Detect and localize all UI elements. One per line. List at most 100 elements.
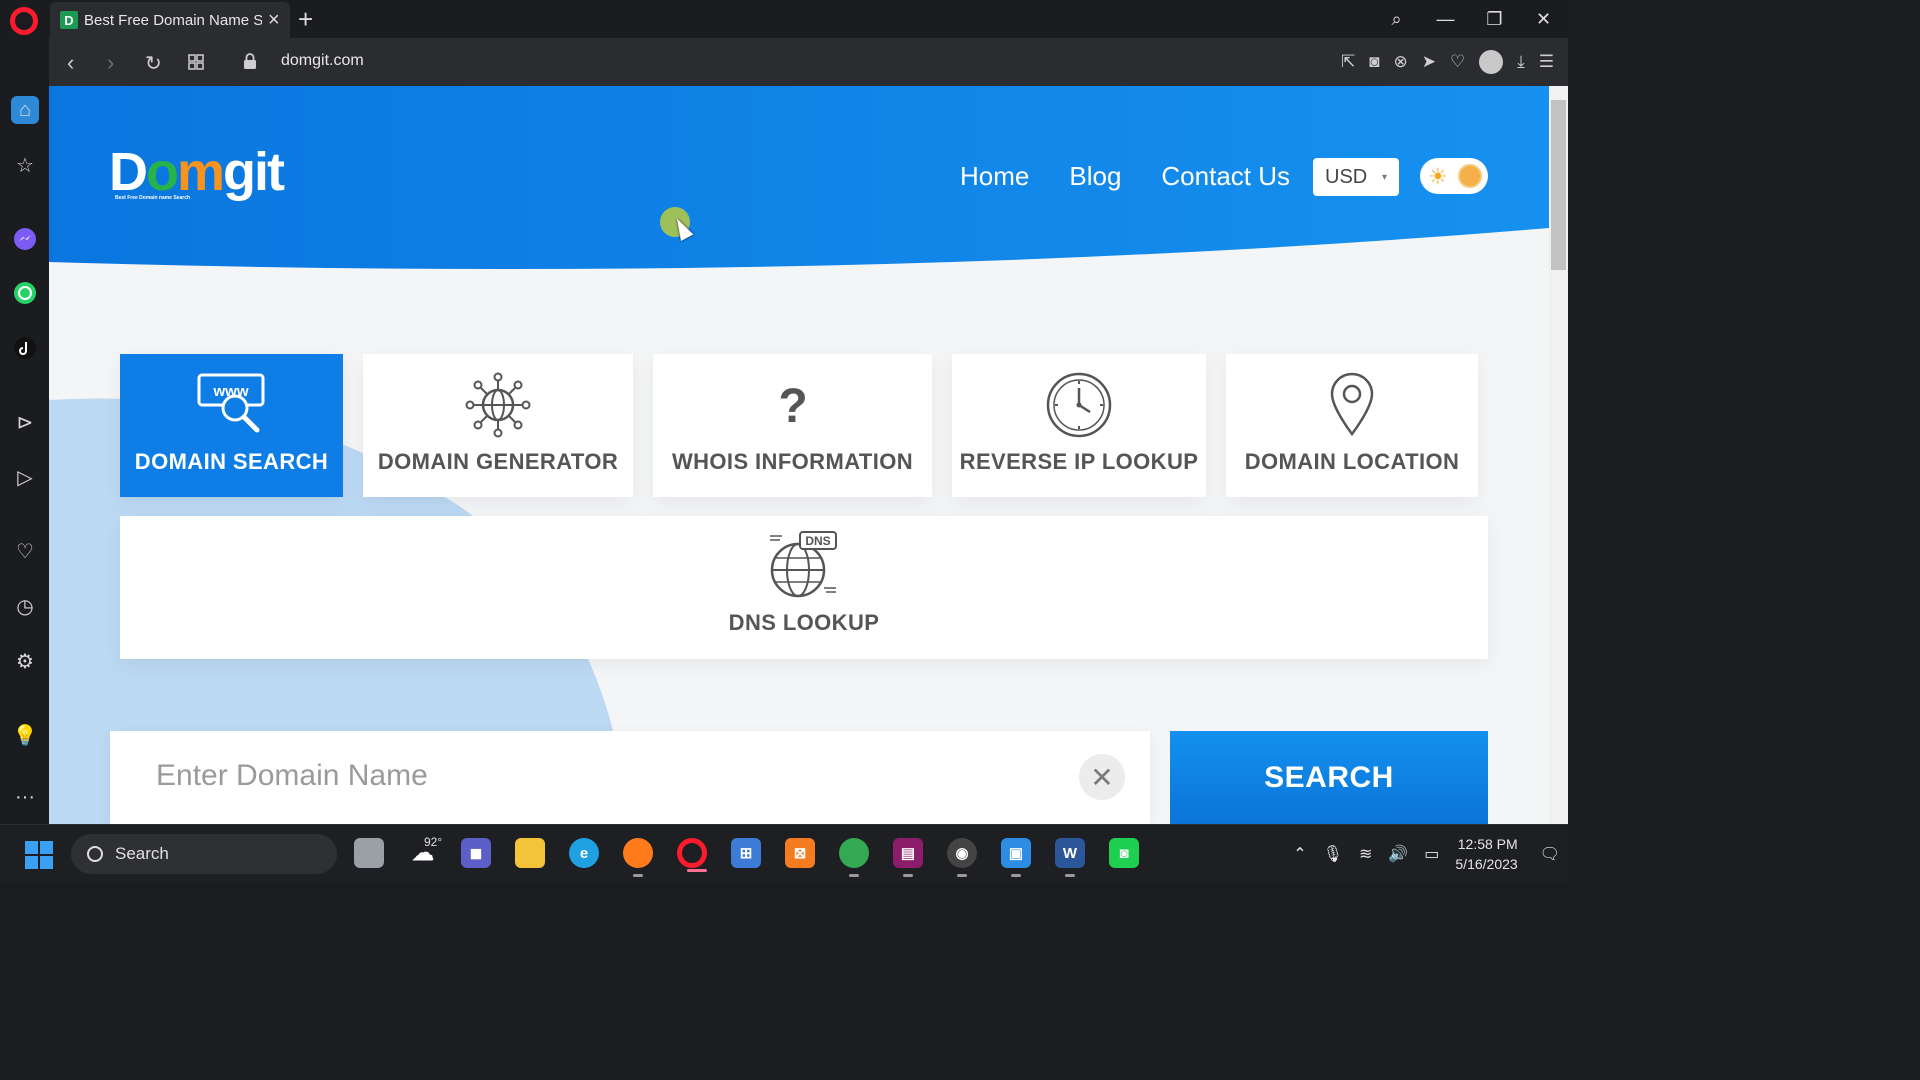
tab-search-icon[interactable]: ⌕: [1372, 9, 1421, 30]
lock-icon: [244, 53, 256, 69]
flow-send-icon[interactable]: ▷: [11, 463, 39, 491]
nav-home[interactable]: Home: [960, 161, 1029, 192]
tool-label: DOMAIN LOCATION: [1244, 449, 1460, 474]
winrar-icon[interactable]: ▤: [893, 838, 923, 877]
tool-domain-search[interactable]: www DOMAIN SEARCH: [120, 354, 343, 497]
messenger-icon[interactable]: [11, 225, 39, 253]
nav-blog[interactable]: Blog: [1069, 161, 1121, 192]
clock-time: 12:58 PM: [1457, 836, 1518, 852]
pinboard-heart-icon[interactable]: ♡: [11, 537, 39, 565]
player-icon[interactable]: ⊳: [11, 408, 39, 436]
reload-button[interactable]: ↻: [145, 51, 162, 76]
chevron-up-icon[interactable]: ⌃: [1293, 844, 1306, 864]
camo-app-icon[interactable]: ◙: [1109, 838, 1139, 868]
clock-date: 5/16/2023: [1455, 856, 1518, 872]
forward-button[interactable]: ›: [107, 50, 114, 76]
search-button[interactable]: SEARCH: [1170, 731, 1488, 824]
microsoft-store-icon[interactable]: ⊞: [731, 838, 761, 868]
tool-domain-generator[interactable]: DOMAIN GENERATOR: [363, 354, 633, 497]
history-icon[interactable]: ◷: [11, 592, 39, 620]
site-logo[interactable]: Domgit: [109, 141, 285, 203]
address-bar: ‹ › ↻ domgit.com ⇱ ◙ ⊗ ➤ ♡ ⤓ ☰: [49, 38, 1568, 86]
settings-gear-icon[interactable]: ⚙: [11, 647, 39, 675]
whatsapp-icon[interactable]: [11, 279, 39, 307]
nav-contact-us[interactable]: Contact Us: [1161, 161, 1290, 192]
bookmark-heart-icon[interactable]: ♡: [1450, 52, 1465, 72]
microphone-icon[interactable]: 🎙: [1323, 844, 1343, 864]
currency-value: USD: [1325, 165, 1368, 188]
tab-close-icon[interactable]: ×: [268, 9, 280, 32]
edge-icon[interactable]: e: [569, 838, 599, 868]
windows-start-icon[interactable]: [25, 841, 53, 869]
map-pin-icon: [1330, 372, 1374, 437]
dns-globe-icon: DNS: [770, 531, 837, 598]
task-view-icon[interactable]: [354, 838, 384, 868]
browser-tab[interactable]: D Best Free Domain Name Se ×: [50, 2, 290, 38]
profile-avatar[interactable]: [1479, 50, 1504, 74]
clear-input-icon[interactable]: ✕: [1079, 754, 1125, 800]
restore-button[interactable]: ❐: [1470, 9, 1519, 30]
page-scrollbar[interactable]: [1549, 86, 1568, 824]
easy-setup-menu-icon[interactable]: ☰: [1539, 52, 1554, 72]
taskbar-search[interactable]: Search: [71, 834, 337, 874]
domain-search-box: ✕: [110, 731, 1150, 824]
www-search-icon: www: [197, 373, 264, 433]
tool-label: DOMAIN GENERATOR: [377, 449, 619, 474]
logo-tagline: Best Free Domain name Search: [115, 195, 191, 201]
opera-taskbar-icon[interactable]: [677, 838, 707, 872]
firefox-icon[interactable]: [623, 838, 653, 877]
battery-icon[interactable]: ▭: [1424, 844, 1439, 864]
svg-text:DNS: DNS: [805, 534, 830, 548]
main-nav: Home Blog Contact Us: [960, 161, 1290, 192]
sun-icon: ☀: [1428, 164, 1448, 189]
globe-network-icon: [465, 372, 531, 438]
browser-sidebar: ⌂ ☆ ⊳ ▷ ♡ ◷ ⚙ 💡 ···: [0, 38, 49, 824]
svg-text:?: ?: [778, 380, 807, 433]
word-icon[interactable]: W: [1055, 838, 1085, 877]
tool-dns-lookup[interactable]: DNS DNS LOOKUP: [120, 516, 1488, 659]
chevron-down-icon: ▾: [1381, 171, 1387, 183]
notifications-icon[interactable]: 🗨: [1540, 844, 1560, 864]
theme-toggle[interactable]: ☀: [1420, 158, 1488, 194]
taskbar-search-label: Search: [115, 844, 169, 863]
tab-grid-icon[interactable]: [188, 54, 204, 70]
url-text[interactable]: domgit.com: [281, 52, 364, 70]
share-icon[interactable]: ⇱: [1341, 52, 1355, 72]
camera-icon[interactable]: ◙: [1369, 52, 1379, 72]
opera-menu-icon[interactable]: [10, 7, 38, 35]
new-tab-button[interactable]: +: [298, 4, 313, 35]
adblock-icon[interactable]: ⊗: [1393, 52, 1407, 72]
tool-domain-location[interactable]: DOMAIN LOCATION: [1226, 354, 1478, 497]
wifi-icon[interactable]: ≋: [1359, 844, 1372, 864]
system-tray: ⌃ 🎙 ≋ 🔊 ▭ 12:58 PM 5/16/2023 🗨: [1285, 825, 1568, 883]
speed-dial-home-icon[interactable]: ⌂: [11, 96, 39, 124]
scrollbar-thumb[interactable]: [1551, 100, 1566, 270]
clock-icon: [1046, 372, 1112, 438]
obs-studio-icon[interactable]: ◉: [947, 838, 977, 877]
search-icon: [87, 846, 103, 862]
volume-icon[interactable]: 🔊: [1388, 844, 1408, 864]
star-icon[interactable]: ☆: [11, 151, 39, 179]
currency-select[interactable]: USD ▾: [1313, 158, 1399, 196]
send-icon[interactable]: ➤: [1422, 52, 1436, 72]
tiktok-icon[interactable]: [11, 334, 39, 362]
windows-taskbar: Search ☁ 92° ◼ e ⊞ ⊠ ▤ ◉ ▣ W ◙ ⌃ 🎙 ≋ 🔊 ▭…: [0, 824, 1568, 882]
download-icon[interactable]: ⤓: [1517, 52, 1525, 72]
screen-recorder-icon[interactable]: ▣: [1001, 838, 1031, 877]
taskbar-clock[interactable]: 12:58 PM 5/16/2023: [1455, 834, 1517, 874]
lightbulb-icon[interactable]: 💡: [11, 721, 39, 749]
tool-reverse-ip-lookup[interactable]: REVERSE IP LOOKUP: [952, 354, 1206, 497]
tool-whois-information[interactable]: ? WHOIS INFORMATION: [653, 354, 932, 497]
back-button[interactable]: ‹: [67, 50, 74, 76]
tool-label: DOMAIN SEARCH: [134, 449, 329, 474]
minimize-button[interactable]: —: [1421, 9, 1470, 30]
domain-name-input[interactable]: [156, 751, 1056, 801]
teams-chat-icon[interactable]: ◼: [461, 838, 491, 868]
xampp-icon[interactable]: ⊠: [785, 838, 815, 868]
chrome-icon[interactable]: [839, 838, 869, 877]
weather-temp: 92°: [424, 835, 443, 849]
file-explorer-icon[interactable]: [515, 838, 545, 868]
question-mark-icon: ?: [778, 380, 807, 433]
more-options-icon[interactable]: ···: [11, 783, 39, 811]
close-window-button[interactable]: ✕: [1519, 9, 1568, 30]
